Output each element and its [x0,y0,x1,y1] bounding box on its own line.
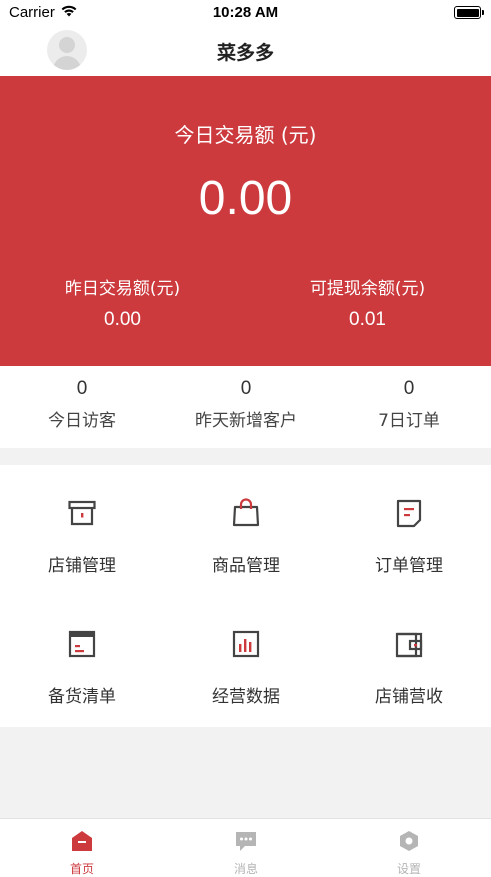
status-bar: Carrier 10:28 AM [0,0,491,26]
stat-label: 昨天新增客户 [195,411,297,431]
today-revenue-value: 0.00 [198,172,293,225]
menu-grid: 店铺管理 商品管理 订单管理 备货清单 经营数据 店铺营收 [0,465,491,727]
tab-bar: 首页 消息 设置 [0,818,491,877]
withdrawable-balance-value: 0.01 [349,309,386,330]
menu-order-management[interactable]: 订单管理 [327,465,491,596]
stat-7day-orders[interactable]: 0 7日订单 [327,378,491,431]
tab-settings[interactable]: 设置 [327,819,491,877]
page-title: 菜多多 [216,42,274,64]
menu-label: 店铺营收 [375,687,443,707]
menu-label: 店铺管理 [48,556,116,576]
store-icon [68,500,96,526]
stat-value: 0 [76,378,88,399]
stat-new-customers[interactable]: 0 昨天新增客户 [164,378,328,431]
stats-row: 0 今日访客 0 昨天新增客户 0 7日订单 [0,366,491,448]
tab-label: 设置 [396,862,421,876]
tab-home[interactable]: 首页 [0,819,164,877]
today-revenue-label: 今日交易额 (元) [174,123,317,147]
menu-product-management[interactable]: 商品管理 [164,465,328,596]
shopping-bag-icon [232,498,260,527]
tab-label: 消息 [233,862,258,876]
stat-value: 0 [240,378,252,399]
stat-today-visitors[interactable]: 0 今日访客 [0,378,164,431]
order-icon [396,499,422,528]
stat-label: 今日访客 [48,411,116,431]
yesterday-revenue: 昨日交易额(元) 0.00 [0,274,245,331]
menu-label: 备货清单 [48,687,116,707]
menu-business-data[interactable]: 经营数据 [164,596,328,727]
tab-messages[interactable]: 消息 [164,819,328,877]
nav-bar: 菜多多 [0,26,491,76]
wallet-icon [395,632,423,658]
battery-icon [454,6,484,19]
message-icon [236,832,256,851]
clock: 10:28 AM [212,4,279,21]
home-icon [72,831,92,851]
withdrawable-balance-label: 可提现余额(元) [309,279,426,299]
menu-store-management[interactable]: 店铺管理 [0,465,164,596]
menu-store-revenue[interactable]: 店铺营收 [327,596,491,727]
yesterday-revenue-value: 0.00 [104,309,141,330]
settings-icon [400,831,418,851]
yesterday-revenue-label: 昨日交易额(元) [64,279,181,299]
bar-chart-icon [232,630,260,658]
withdrawable-balance[interactable]: 可提现余额(元) 0.01 [245,274,490,331]
menu-label: 经营数据 [212,687,280,707]
stat-label: 7日订单 [378,411,440,431]
menu-label: 订单管理 [375,556,443,576]
tab-label: 首页 [69,862,94,876]
menu-label: 商品管理 [212,556,280,576]
stat-value: 0 [403,378,415,399]
revenue-panel: 今日交易额 (元) 0.00 昨日交易额(元) 0.00 可提现余额(元) 0.… [0,76,491,366]
menu-stock-list[interactable]: 备货清单 [0,596,164,727]
stock-list-icon [68,630,96,658]
